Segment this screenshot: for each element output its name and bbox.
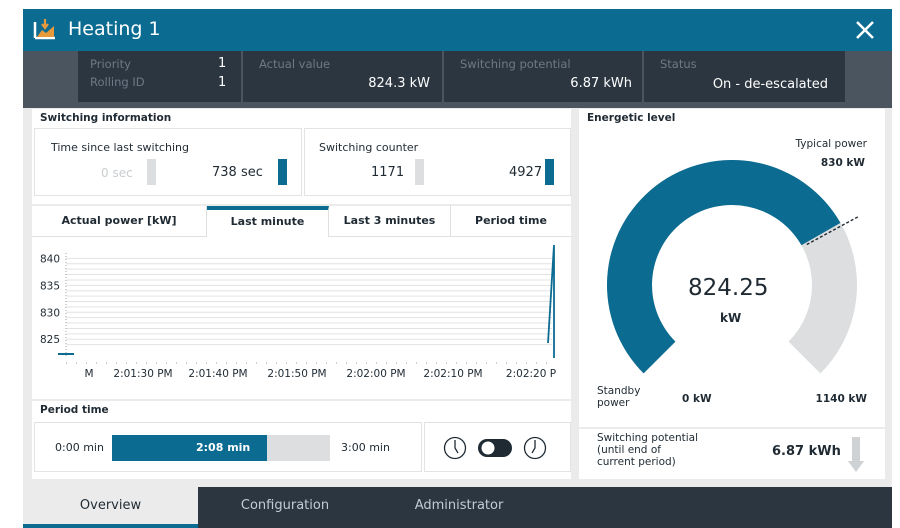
- priority-cell: Priority 1 Rolling ID 1: [78, 51, 241, 102]
- y-tick-label: 835: [40, 280, 60, 292]
- tab-period-time[interactable]: Period time: [451, 206, 571, 237]
- title-bar: Heating 1: [23, 9, 892, 51]
- period-time-heading: Period time: [40, 404, 109, 416]
- period-progress-box: 0:00 min 2:08 min 3:00 min: [34, 422, 422, 472]
- tab-overview[interactable]: Overview: [23, 487, 198, 528]
- switching-counter-value: 4927: [509, 165, 543, 180]
- period-progress-track: 2:08 min: [112, 435, 330, 461]
- y-tick-label: 830: [40, 307, 60, 319]
- standby-label-line-2: power: [597, 397, 630, 409]
- x-tick-label: 2:02:20 P: [506, 368, 556, 380]
- switching-potential-label: Switching potential: [460, 57, 571, 71]
- status-value: On - de-escalated: [712, 77, 828, 92]
- priority-label: Priority: [90, 57, 131, 71]
- close-icon[interactable]: [850, 15, 880, 45]
- switching-potential-period-label: Switching potential (until end of current …: [597, 432, 698, 468]
- rolling-id-label: Rolling ID: [90, 75, 145, 89]
- clock-icon[interactable]: [443, 436, 467, 460]
- time-since-switching-box: Time since last switching 0 sec 738 sec: [34, 128, 302, 196]
- gauge-max-value: 1140 kW: [815, 393, 867, 405]
- time-since-switching-value: 738 sec: [212, 165, 263, 180]
- x-tick-label: 2:02:00 PM: [346, 368, 405, 380]
- counter-min-value: 1171: [371, 165, 405, 180]
- period-clock-icon[interactable]: [523, 436, 547, 460]
- energetic-gauge: [607, 160, 859, 374]
- x-tick-label: M: [84, 368, 93, 380]
- bottom-navigation: Overview Configuration Administrator: [23, 487, 892, 528]
- time-value-bar: [278, 159, 287, 185]
- switching-info-panel: Switching information Time since last sw…: [32, 109, 571, 204]
- tab-last-3-minutes[interactable]: Last 3 minutes: [329, 206, 451, 237]
- energetic-level-panel: Energetic level Typical power 830 kW 824…: [579, 109, 885, 427]
- power-chart-panel: Actual power [kW] Last minute Last 3 min…: [32, 206, 571, 399]
- rolling-id-value: 1: [218, 75, 227, 90]
- actual-value: 824.3 kW: [368, 76, 430, 91]
- period-end-label: 3:00 min: [341, 441, 390, 454]
- x-tick-label: 2:01:40 PM: [188, 368, 247, 380]
- actual-value-cell: Actual value 824.3 kW: [243, 51, 442, 102]
- status-label: Status: [660, 57, 697, 71]
- x-tick-label: 2:01:30 PM: [113, 368, 172, 380]
- switching-counter-box: Switching counter 1171 4927: [304, 128, 571, 196]
- arrow-down-icon: [848, 437, 864, 472]
- x-tick-label: 2:02:10 PM: [423, 368, 482, 380]
- standby-label-line-1: Standby: [597, 385, 641, 397]
- period-time-panel: Period time 0:00 min 2:08 min 3:00 min: [32, 401, 571, 479]
- period-mode-box: [424, 422, 571, 472]
- switching-potential-panel: Switching potential (until end of current …: [579, 429, 885, 479]
- time-since-switching-label: Time since last switching: [51, 141, 189, 154]
- standby-power-label: Standby power: [597, 385, 640, 409]
- time-min-bar: [147, 159, 156, 185]
- power-line-chart: 840 835 830 825 M 2:01:30 PM 2:01:40 PM 2:01:50…: [40, 244, 556, 380]
- window-title: Heating 1: [68, 18, 161, 40]
- status-cell: Status On - de-escalated: [644, 51, 845, 102]
- actual-value-label: Actual value: [259, 57, 331, 71]
- status-strip: Priority 1 Rolling ID 1 Actual value 824…: [23, 51, 892, 108]
- tab-administrator[interactable]: Administrator: [372, 487, 546, 528]
- switching-info-heading: Switching information: [40, 112, 172, 124]
- x-tick-label: 2:01:50 PM: [267, 368, 326, 380]
- heating-dialog: Heating 1 Priority 1 Rolling ID 1 Actual…: [23, 9, 892, 528]
- tab-last-minute[interactable]: Last minute: [207, 206, 329, 237]
- switching-counter-label: Switching counter: [319, 141, 419, 154]
- priority-value: 1: [218, 56, 227, 71]
- energetic-level-heading: Energetic level: [587, 112, 676, 124]
- tab-configuration[interactable]: Configuration: [198, 487, 372, 528]
- time-min-value: 0 sec: [101, 166, 133, 180]
- potential-label-line-2: (until end of: [597, 444, 661, 456]
- chart-title-tab: Actual power [kW]: [32, 206, 207, 237]
- heating-icon: [33, 19, 55, 40]
- gauge-value: 824.25: [688, 275, 769, 301]
- y-tick-label: 825: [40, 334, 60, 346]
- switching-potential-cell: Switching potential 6.87 kWh: [444, 51, 642, 102]
- y-tick-label: 840: [40, 253, 60, 265]
- counter-value-bar: [545, 159, 554, 185]
- period-start-label: 0:00 min: [55, 441, 104, 454]
- gauge-min-value: 0 kW: [682, 393, 712, 405]
- period-current-value: 2:08 min: [196, 441, 251, 454]
- gauge-unit: kW: [720, 311, 742, 325]
- potential-label-line-3: current period): [597, 456, 676, 468]
- switching-potential-period-value: 6.87 kWh: [772, 444, 841, 459]
- counter-min-bar: [415, 159, 424, 185]
- switching-potential-value: 6.87 kWh: [570, 76, 632, 91]
- potential-label-line-1: Switching potential: [597, 432, 698, 444]
- period-mode-toggle[interactable]: [477, 438, 513, 458]
